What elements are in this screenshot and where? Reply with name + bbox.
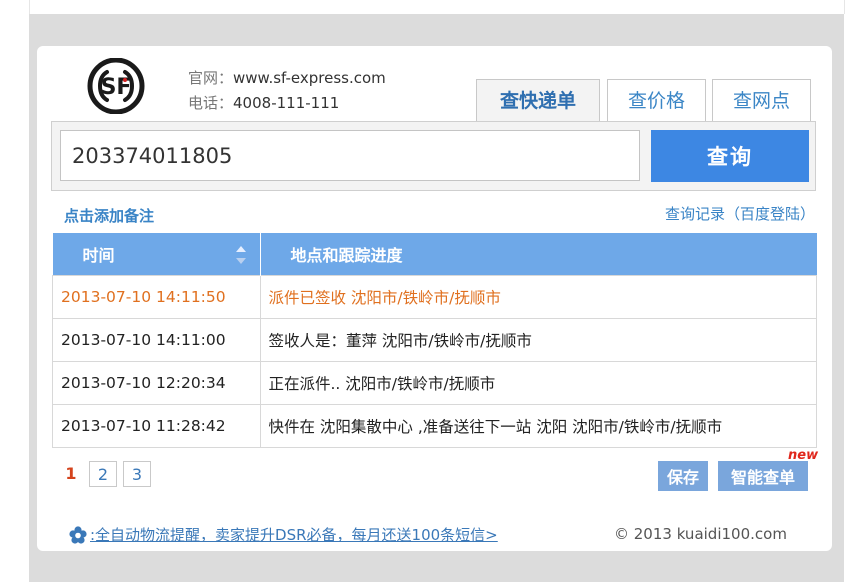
- table-row: 2013-07-10 12:20:34 正在派件.. 沈阳市/铁岭市/抚顺市: [52, 361, 817, 405]
- table-row: 2013-07-10 14:11:00 签收人是：董萍 沈阳市/铁岭市/抚顺市: [52, 318, 817, 362]
- phone-label: 电话：: [188, 94, 234, 112]
- table-header-row: 时间 地点和跟踪进度: [52, 233, 817, 276]
- row-status: 正在派件.. 沈阳市/铁岭市/抚顺市: [259, 361, 817, 405]
- tracking-table: 时间 地点和跟踪进度 2013-07-10 14:11:50 派件已签收 沈阳市…: [52, 233, 817, 448]
- row-time: 2013-07-10 12:20:34: [52, 361, 261, 405]
- sf-express-logo: SF: [87, 58, 145, 114]
- row-time: 2013-07-10 14:11:00: [52, 318, 261, 362]
- query-history-link[interactable]: 查询记录（百度登陆）: [665, 203, 815, 224]
- add-note-link[interactable]: 点击添加备注: [64, 205, 154, 226]
- copyright: © 2013 kuaidi100.com: [614, 525, 787, 543]
- pagination: 1 2 3: [59, 461, 151, 487]
- sort-icon[interactable]: [235, 244, 246, 266]
- row-time: 2013-07-10 14:11:50: [52, 275, 261, 319]
- tab-price[interactable]: 查价格: [607, 79, 706, 123]
- website-value: www.sf-express.com: [233, 69, 386, 87]
- smart-query-button[interactable]: 智能查单: [718, 461, 808, 491]
- table-row: 2013-07-10 11:28:42 快件在 沈阳集散中心 ,准备送往下一站 …: [52, 404, 817, 448]
- tab-outlets[interactable]: 查网点: [712, 79, 811, 123]
- row-status: 派件已签收 沈阳市/铁岭市/抚顺市: [259, 275, 817, 319]
- website-line: 官网：www.sf-express.com: [188, 66, 386, 91]
- promo-link[interactable]: :全自动物流提醒，卖家提升DSR必备，每月还送100条短信>: [90, 524, 498, 545]
- row-status: 签收人是：董萍 沈阳市/铁岭市/抚顺市: [259, 318, 817, 362]
- company-info: 官网：www.sf-express.com 电话：4008-111-111: [188, 66, 386, 116]
- row-time: 2013-07-10 11:28:42: [52, 404, 261, 448]
- save-button[interactable]: 保存: [658, 461, 708, 491]
- phone-value: 4008-111-111: [233, 94, 340, 112]
- time-header-label: 时间: [82, 246, 115, 265]
- phone-line: 电话：4008-111-111: [188, 91, 386, 116]
- location-header-label: 地点和跟踪进度: [290, 246, 403, 265]
- table-row: 2013-07-10 14:11:50 派件已签收 沈阳市/铁岭市/抚顺市: [52, 275, 817, 319]
- page-2-link[interactable]: 2: [89, 461, 117, 487]
- tracking-number-input[interactable]: [60, 130, 640, 181]
- new-badge: new: [788, 448, 819, 463]
- website-label: 官网：: [188, 69, 234, 87]
- page-3-link[interactable]: 3: [123, 461, 151, 487]
- top-strip: [29, 0, 845, 14]
- location-column-header: 地点和跟踪进度: [260, 233, 817, 276]
- tab-track-parcel[interactable]: 查快递单: [476, 79, 600, 123]
- flower-icon: [69, 525, 87, 544]
- row-status: 快件在 沈阳集散中心 ,准备送往下一站 沈阳 沈阳市/铁岭市/抚顺市: [259, 404, 817, 448]
- svg-text:SF: SF: [101, 75, 132, 100]
- promo-banner: :全自动物流提醒，卖家提升DSR必备，每月还送100条短信>: [69, 524, 498, 545]
- time-column-header[interactable]: 时间: [52, 233, 261, 276]
- search-button[interactable]: 查询: [651, 130, 809, 182]
- page-1-link[interactable]: 1: [59, 461, 83, 487]
